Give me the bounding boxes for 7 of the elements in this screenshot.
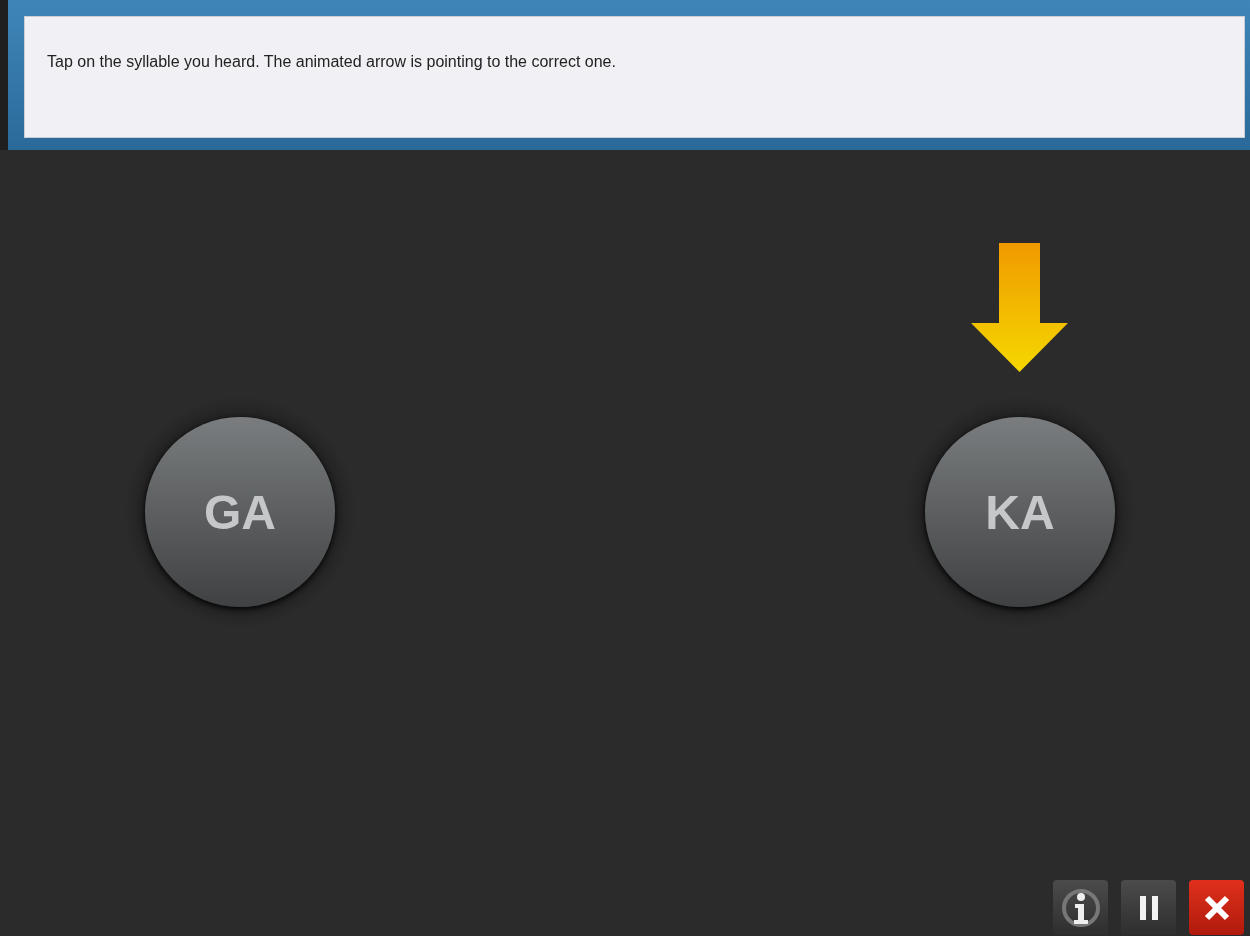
syllable-button[interactable]: KA	[925, 417, 1115, 607]
instruction-text: Tap on the syllable you heard. The animated arrow is pointing to the correct one.	[47, 53, 616, 70]
pause-button[interactable]	[1121, 880, 1176, 935]
syllable-button[interactable]: GA	[145, 417, 335, 607]
info-button[interactable]	[1053, 880, 1108, 935]
info-icon	[1060, 887, 1101, 928]
close-button[interactable]	[1189, 880, 1244, 935]
